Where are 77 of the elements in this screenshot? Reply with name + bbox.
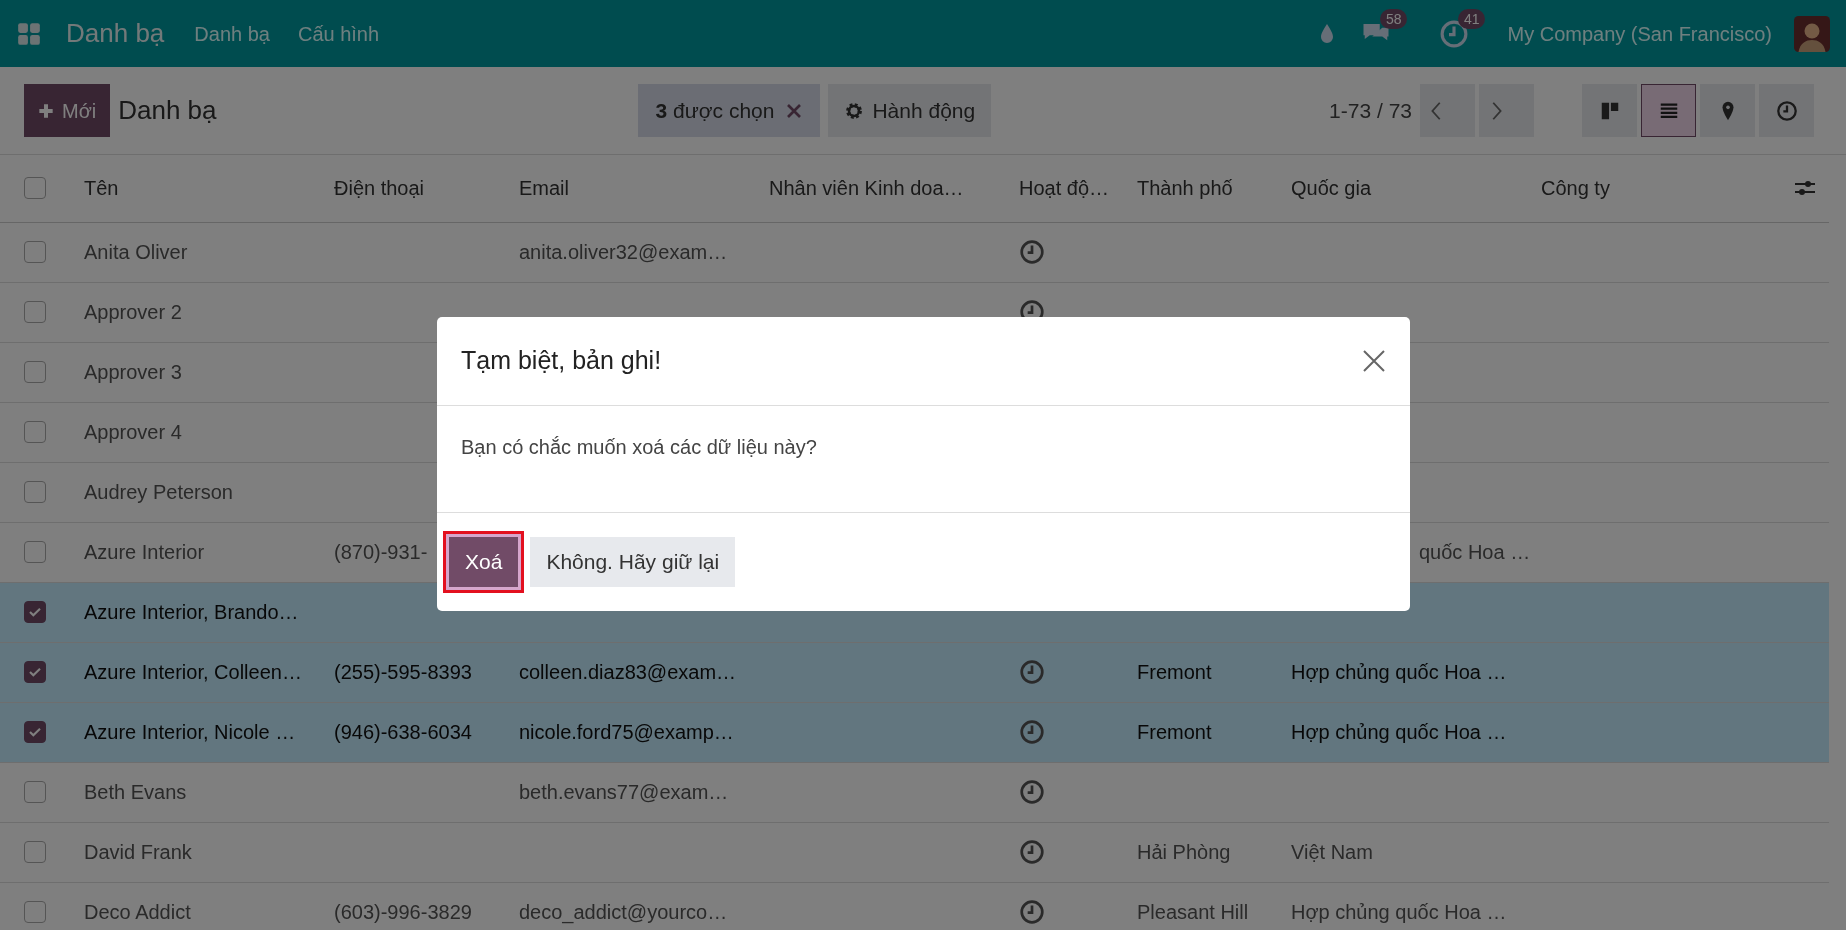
table-cell: Pleasant Hill (1137, 901, 1249, 923)
kanban-view-button[interactable] (1582, 84, 1637, 137)
select-all-checkbox[interactable] (24, 177, 46, 200)
table-cell: (946)-638-6034 (334, 721, 472, 743)
selection-count: 3 được chọn (655, 97, 775, 124)
contact-name: Approver 4 (84, 421, 182, 443)
row-checkbox[interactable] (24, 721, 46, 743)
row-checkbox[interactable] (24, 301, 46, 323)
row-checkbox[interactable] (24, 361, 46, 383)
list-view-button[interactable] (1641, 84, 1696, 137)
contact-name: Approver 3 (84, 361, 182, 383)
column-header[interactable]: Email (519, 177, 569, 200)
gear-icon (844, 100, 865, 121)
table-cell: Hợp chủng quốc Hoa … (1291, 661, 1507, 683)
table-cell: (870)-931- (334, 541, 428, 563)
row-checkbox[interactable] (24, 481, 46, 503)
contact-name: Anita Oliver (84, 241, 188, 263)
contact-name: Approver 2 (84, 301, 182, 323)
column-header[interactable]: Công ty (1541, 177, 1610, 200)
column-header[interactable]: Tên (84, 177, 119, 200)
new-button[interactable]: Mới (24, 84, 111, 137)
menu-item[interactable]: Cấu hình (291, 17, 386, 50)
close-button[interactable] (1362, 349, 1386, 373)
pager-value: 1-73 / 73 (1329, 97, 1412, 124)
table-cell: (255)-595-8393 (334, 661, 472, 683)
row-checkbox[interactable] (24, 601, 46, 623)
contact-name: Azure Interior, Nicole … (84, 721, 296, 743)
close-icon (786, 102, 803, 119)
row-checkbox[interactable] (24, 661, 46, 683)
dialog-message: Bạn có chắc muốn xoá các dữ liệu này? (461, 436, 817, 458)
counter-badge: 58 (1379, 8, 1408, 29)
contact-name: David Frank (84, 841, 192, 863)
row-checkbox[interactable] (24, 841, 46, 863)
contact-name: Audrey Peterson (84, 481, 233, 503)
row-checkbox[interactable] (24, 421, 46, 443)
table-cell: Hợp chủng quốc Hoa … (1291, 901, 1507, 923)
table-cell: Hợp chủng quốc Hoa … (1291, 721, 1507, 743)
contact-name: Azure Interior, Brando… (84, 601, 299, 623)
contact-name: Azure Interior (84, 541, 205, 563)
dialog-title: Tạm biệt, bản ghi! (461, 345, 662, 377)
column-header[interactable]: Điện thoại (334, 177, 425, 200)
table-cell: Fremont (1137, 661, 1212, 683)
avatar-icon[interactable] (1794, 15, 1830, 52)
plus-icon (38, 102, 54, 119)
breadcrumb: Danh bạ (118, 94, 217, 127)
table-cell: deco_addict@yourco… (519, 901, 728, 923)
column-header[interactable]: Nhân viên Kinh doa… (769, 177, 964, 200)
contact-name: Azure Interior, Colleen… (84, 661, 302, 683)
close-icon (1362, 349, 1386, 373)
table-cell: beth.evans77@exam… (519, 781, 729, 803)
column-header[interactable]: Thành phố (1137, 177, 1233, 200)
counter-badge: 41 (1457, 8, 1486, 29)
table-cell: quốc Hoa … (1419, 541, 1531, 563)
row-checkbox[interactable] (24, 781, 46, 803)
contact-name: Beth Evans (84, 781, 187, 803)
map-view-button[interactable] (1700, 84, 1755, 137)
apps-menu-icon[interactable] (16, 20, 42, 47)
table-cell: Việt Nam (1291, 841, 1373, 863)
row-checkbox[interactable] (24, 541, 46, 563)
table-cell: (603)-996-3829 (334, 901, 472, 923)
cancel-button[interactable]: Không. Hãy giữ lại (530, 537, 736, 587)
table-cell: nicole.ford75@examp… (519, 721, 734, 743)
column-header[interactable]: Quốc gia (1291, 177, 1372, 200)
table-cell: Fremont (1137, 721, 1212, 743)
table-cell: colleen.diaz83@exam… (519, 661, 737, 683)
table-cell: anita.oliver32@exam… (519, 241, 728, 263)
table-cell: Hải Phòng (1137, 841, 1231, 863)
menu-item[interactable]: Danh bạ (188, 17, 276, 50)
app-title[interactable]: Danh bạ (66, 14, 165, 53)
row-checkbox[interactable] (24, 241, 46, 263)
row-checkbox[interactable] (24, 901, 46, 923)
company-switcher[interactable]: My Company (San Francisco) (1501, 17, 1778, 50)
activity-view-button[interactable] (1759, 84, 1814, 137)
column-header[interactable]: Hoạt độ… (1019, 177, 1110, 200)
action-button[interactable]: Hành động (828, 84, 992, 137)
clock-icon (1775, 99, 1798, 122)
contact-name: Deco Addict (84, 901, 191, 923)
